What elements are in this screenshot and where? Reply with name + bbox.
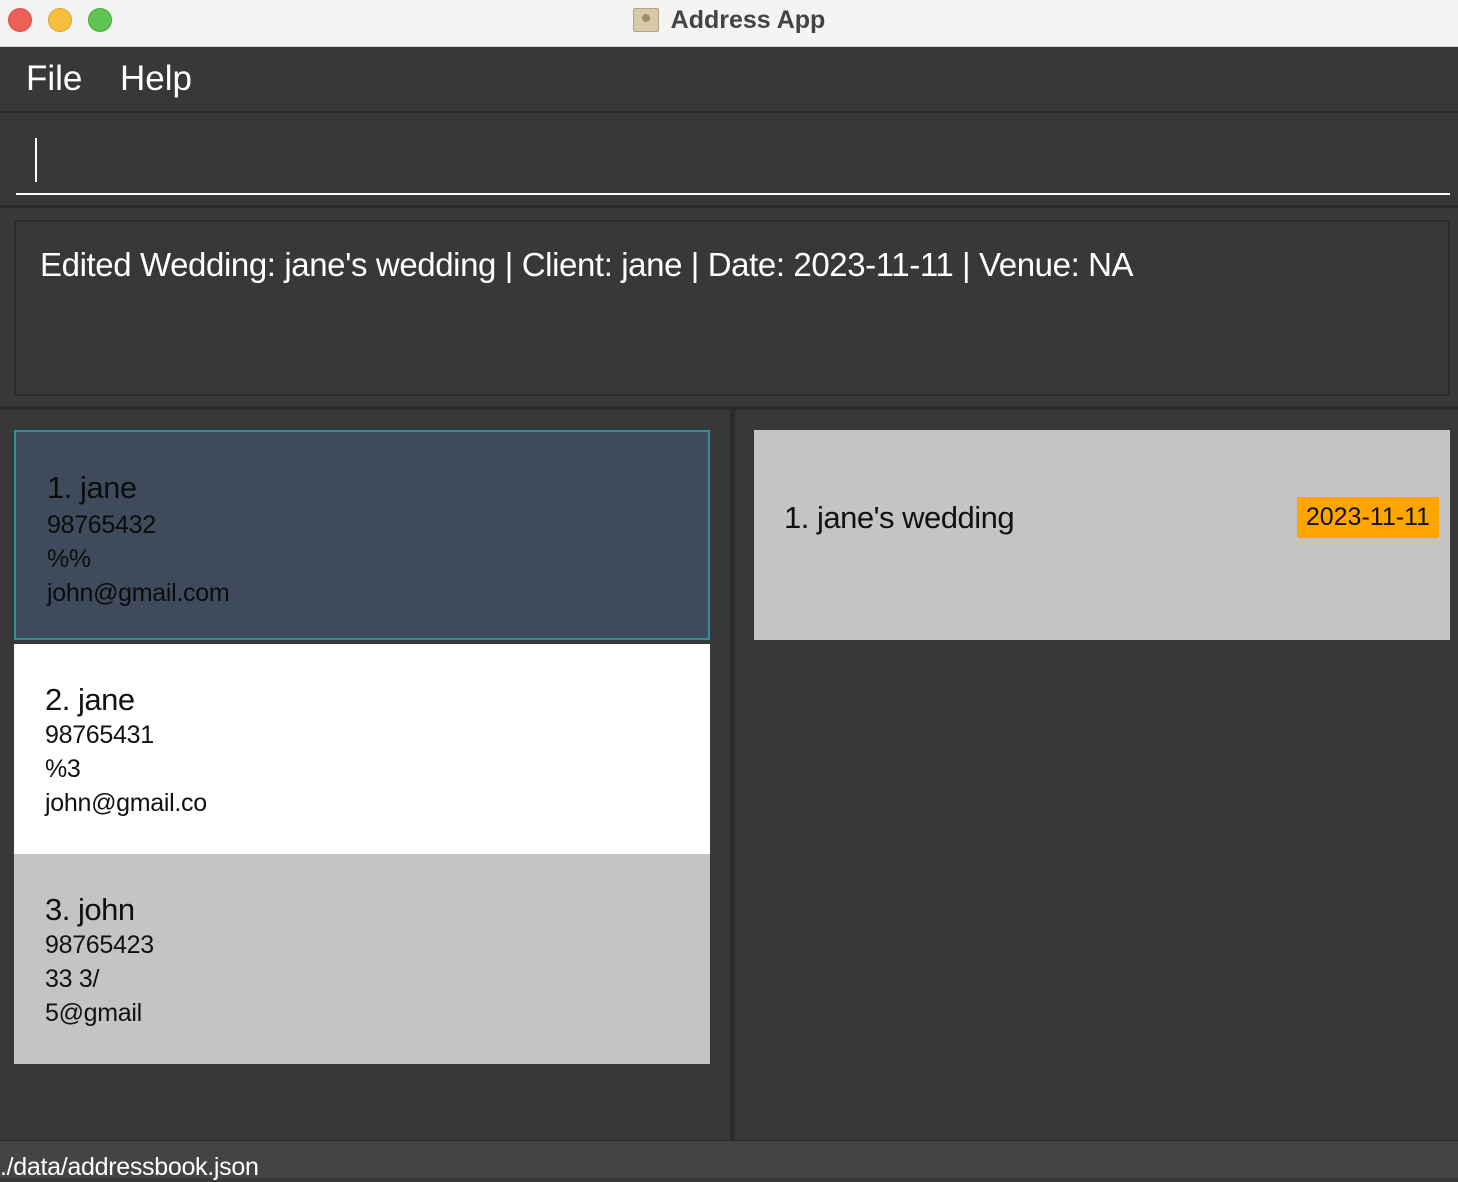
wedding-date-badge: 2023-11-11 [1296,497,1439,538]
person-name: 3. john [45,892,135,927]
person-name: 2. jane [45,682,135,717]
window-title-group: Address App [0,0,1458,40]
command-input[interactable] [16,134,1450,195]
result-message: Edited Wedding: jane's wedding | Client:… [40,246,1134,283]
person-phone: 98765423 [45,931,154,959]
text-caret [35,138,37,182]
person-email: john@gmail.com [47,579,230,607]
divider [0,406,1458,410]
address-book-icon [632,8,659,32]
person-card[interactable]: 3. john 98765423 33 3/ 5@gmail [14,854,710,1064]
command-box [0,114,1458,208]
title-bar: Address App [0,0,1458,47]
person-address: 33 3/ [45,965,100,993]
person-name: 1. jane [47,470,137,505]
panel-splitter[interactable] [730,406,735,1140]
person-card[interactable]: 2. jane 98765431 %3 john@gmail.co [14,644,710,854]
menu-file[interactable]: File [26,59,82,99]
person-phone: 98765431 [45,721,154,749]
result-display: Edited Wedding: jane's wedding | Client:… [14,220,1450,396]
person-card[interactable]: 1. jane 98765432 %% john@gmail.com [14,430,710,640]
person-address: %3 [45,755,81,783]
window-title: Address App [670,5,826,34]
person-phone: 98765432 [47,511,156,539]
person-address: %% [47,545,91,573]
wedding-card[interactable]: 1. jane's wedding 2023-11-11 [754,430,1450,640]
menu-bar: File Help [0,48,1458,113]
status-bar: ./data/addressbook.json [0,1140,1458,1181]
person-email: 5@gmail [45,999,142,1027]
menu-help[interactable]: Help [120,59,192,99]
wedding-name: 1. jane's wedding [784,500,1015,535]
person-email: john@gmail.co [45,789,207,817]
